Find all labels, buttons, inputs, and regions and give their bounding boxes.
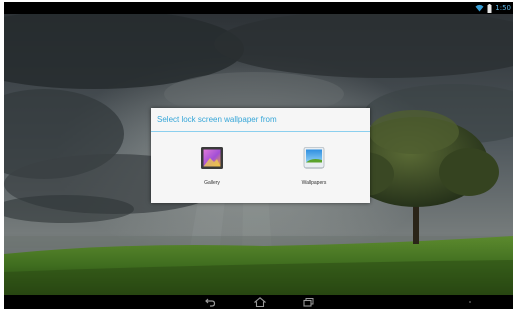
status-icons: 1:50 bbox=[475, 3, 511, 13]
status-time: 1:50 bbox=[495, 4, 511, 12]
wallpaper-source-dialog: Select lock screen wallpaper from Galler… bbox=[151, 108, 370, 203]
battery-icon bbox=[487, 3, 492, 13]
nav-dot-indicator bbox=[469, 301, 471, 303]
wallpapers-option[interactable]: Wallpapers bbox=[284, 146, 344, 192]
wallpapers-label: Wallpapers bbox=[301, 180, 327, 186]
back-icon[interactable] bbox=[204, 297, 216, 307]
status-bar: 1:50 bbox=[4, 2, 513, 14]
dialog-title: Select lock screen wallpaper from bbox=[157, 115, 277, 124]
gallery-icon bbox=[200, 146, 224, 170]
navigation-bar bbox=[4, 295, 513, 309]
gallery-option[interactable]: Gallery bbox=[182, 146, 242, 192]
dialog-divider bbox=[151, 131, 370, 132]
home-icon[interactable] bbox=[254, 297, 266, 307]
gallery-label: Gallery bbox=[204, 180, 220, 186]
wifi-icon bbox=[475, 4, 484, 12]
tablet-screen: 1:50 Select lock screen wallpaper from G… bbox=[4, 2, 513, 309]
wallpapers-icon bbox=[302, 146, 326, 170]
recent-apps-icon[interactable] bbox=[302, 297, 314, 307]
